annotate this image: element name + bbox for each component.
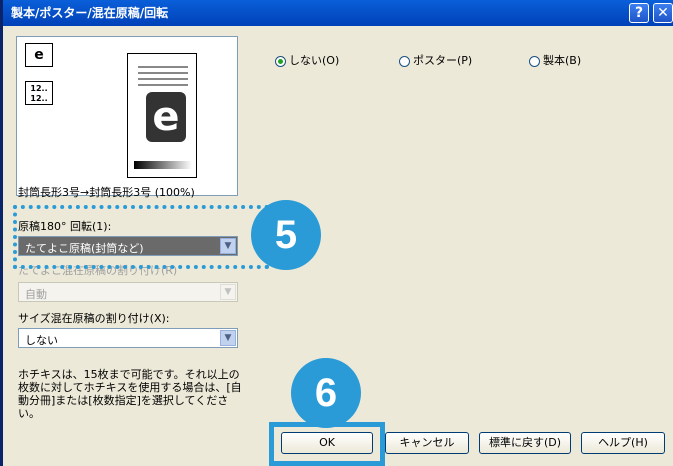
big-e-logo: e	[146, 92, 186, 142]
callout-6-badge: 6	[291, 358, 361, 428]
option-none-label: しない(O)	[289, 54, 340, 67]
gradient-bar	[134, 161, 192, 169]
dialog-window: 製本/ポスター/混在原稿/回転 ? ✕ e 12.. 12.. e 封筒長形3号…	[0, 0, 673, 466]
option-book-label: 製本(B)	[543, 54, 582, 67]
title-bar: 製本/ポスター/混在原稿/回転 ? ✕	[3, 0, 673, 26]
size-mixed-label: サイズ混在原稿の割り付け(X):	[18, 312, 170, 325]
cancel-button[interactable]: キャンセル	[385, 432, 469, 454]
callout-5-badge: 5	[251, 200, 321, 270]
radio-icon[interactable]	[399, 55, 410, 67]
doc-e-icon: e	[25, 43, 53, 67]
option-poster[interactable]: ポスター(P)	[399, 52, 472, 68]
text-line	[138, 66, 188, 68]
mixed-layout-select[interactable]: 自動 ▼	[18, 282, 238, 302]
reset-button[interactable]: 標準に戻す(D)	[479, 432, 571, 454]
page-number-2: 12..	[30, 94, 48, 103]
help-title-button[interactable]: ?	[629, 3, 649, 23]
chevron-down-icon[interactable]: ▼	[220, 284, 236, 300]
chevron-down-icon[interactable]: ▼	[220, 330, 236, 346]
stacked-pages-icon: 12.. 12..	[25, 81, 53, 105]
help-button[interactable]: ヘルプ(H)	[581, 432, 665, 454]
option-none[interactable]: しない(O)	[275, 52, 339, 68]
close-title-button[interactable]: ✕	[653, 3, 673, 23]
paper-preview: e	[127, 53, 197, 178]
preview-box: e 12.. 12.. e	[16, 36, 238, 196]
page-number-1: 12..	[30, 84, 48, 93]
text-line	[138, 72, 188, 74]
staple-note: ホチキスは、15枚まで可能です。それ以上の枚数に対してホチキスを使用する場合は、…	[18, 368, 242, 420]
mixed-layout-value: 自動	[25, 288, 47, 301]
text-line	[138, 84, 188, 86]
paper-size-label: 封筒長形3号→封筒長形3号 (100%)	[18, 186, 195, 199]
callout-5-box	[13, 205, 269, 269]
window-title: 製本/ポスター/混在原稿/回転	[11, 6, 169, 20]
text-line	[138, 78, 188, 80]
size-mixed-value: しない	[25, 334, 58, 347]
option-poster-label: ポスター(P)	[413, 54, 473, 67]
option-book[interactable]: 製本(B)	[529, 52, 581, 68]
radio-icon[interactable]	[275, 55, 286, 67]
ok-button[interactable]: OK	[281, 432, 373, 454]
size-mixed-select[interactable]: しない ▼	[18, 328, 238, 348]
radio-icon[interactable]	[529, 55, 540, 67]
